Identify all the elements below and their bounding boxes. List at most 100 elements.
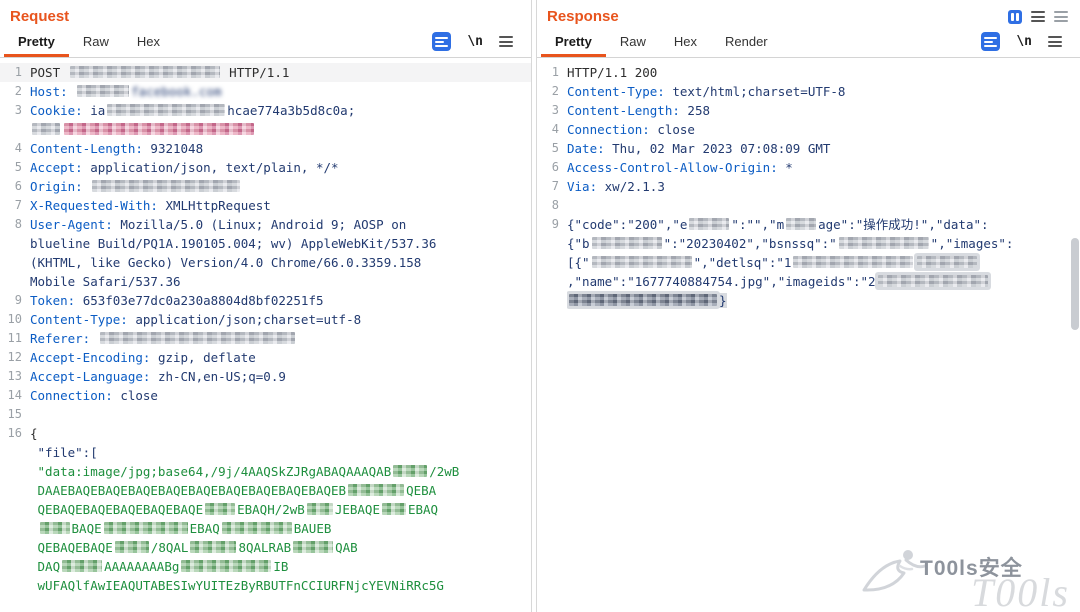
- window-menu-icon[interactable]: [1054, 11, 1068, 22]
- code-text: *: [785, 160, 793, 175]
- pretty-print-icon[interactable]: [432, 32, 452, 51]
- code-line: 5 Accept: application/json, text/plain, *…: [0, 158, 531, 177]
- code-text: Content-Length:: [30, 141, 151, 156]
- code-text: age":"操作成功!","data":: [818, 217, 989, 232]
- code-text: AAAAAAAABg: [104, 559, 180, 574]
- code-text: JEBAQE: [334, 502, 380, 517]
- code-line: "data:image/jpg;base64,/9j/4AAQSkZJRgABA…: [0, 462, 531, 481]
- editor-menu-icon[interactable]: [499, 36, 513, 47]
- dock-right-icon[interactable]: [1008, 9, 1022, 24]
- code-text: QAB: [335, 540, 358, 555]
- code-line: 14 Connection: close: [0, 386, 531, 405]
- line-number: [537, 291, 567, 310]
- code-text: 653f03e77dc0a230a8804d8bf02251f5: [82, 293, 324, 308]
- tab-pretty[interactable]: Pretty: [4, 28, 69, 57]
- redaction-block: [917, 256, 978, 268]
- line-number: [0, 462, 30, 481]
- code-text: Accept-Encoding:: [30, 350, 158, 365]
- code-line: 1 POST HTTP/1.1: [0, 63, 531, 82]
- editor-menu-icon[interactable]: [1048, 36, 1062, 47]
- redaction-block: [190, 541, 237, 553]
- tab-hex[interactable]: Hex: [660, 28, 711, 57]
- line-number: 7: [14, 198, 22, 212]
- line-number: 10: [7, 312, 22, 326]
- code-text: DAAEBAQEBAQEBAQEBAQEBAQEBAQEBAQEBAQEBAQE…: [30, 483, 347, 498]
- code-text: Access-Control-Allow-Origin:: [567, 160, 786, 175]
- code-line: QEBAQEBAQE/8QAL 8QALRAB QAB: [0, 538, 531, 557]
- code-text: EBAQ: [407, 502, 439, 517]
- code-text: 258: [687, 103, 710, 118]
- line-number: 6: [551, 160, 559, 174]
- code-line: DAQ AAAAAAAABg IB: [0, 557, 531, 576]
- tab-raw[interactable]: Raw: [606, 28, 660, 57]
- code-line: 4 Content-Length: 9321048: [0, 139, 531, 158]
- redaction-block: [689, 218, 730, 230]
- code-text: Date:: [567, 141, 613, 156]
- line-number: 8: [14, 217, 22, 231]
- redaction-block: [205, 503, 236, 515]
- newline-icon[interactable]: \n: [467, 34, 483, 49]
- code-line: wUFAQlfAwIEAQUTABESIwYUITEzByRBUTFnCCIUR…: [0, 576, 531, 595]
- line-number: 7: [551, 179, 559, 193]
- code-line: "file":[: [0, 443, 531, 462]
- redaction-block: [569, 294, 717, 306]
- line-number: 5: [14, 160, 22, 174]
- tab-render[interactable]: Render: [711, 28, 782, 57]
- code-text: (KHTML, like Gecko) Version/4.0 Chrome/6…: [30, 255, 422, 270]
- code-text: HTTP/1.1: [221, 65, 290, 80]
- code-line: 9 {"code":"200","e ":"","m age":"操作成功!","da…: [537, 215, 1080, 234]
- code-text: "data:image/jpg;base64,/9j/4AAQSkZJRgABA…: [30, 464, 392, 479]
- tab-raw[interactable]: Raw: [69, 28, 123, 57]
- code-text: application/json, text/plain, */*: [90, 160, 339, 175]
- code-text: wUFAQlfAwIEAQUTABESIwYUITEzByRBUTFnCCIUR…: [30, 578, 444, 593]
- code-line: 7 X-Requested-With: XMLHttpRequest: [0, 196, 531, 215]
- code-text: "file":[: [30, 445, 98, 460]
- line-number: [0, 538, 30, 557]
- line-number: [0, 120, 30, 139]
- code-text: IB: [273, 559, 289, 574]
- newline-icon[interactable]: \n: [1016, 34, 1032, 49]
- code-text: QEBA: [406, 483, 437, 498]
- line-number: 1: [551, 65, 559, 79]
- code-text: Connection:: [30, 388, 121, 403]
- line-number: [0, 253, 30, 272]
- redaction-block: [114, 541, 149, 553]
- code-text: QEBAQEBAQEBAQEBAQEBAQE: [30, 502, 204, 517]
- code-line: BAQE EBAQ BAUEB: [0, 519, 531, 538]
- code-text: {"code":"200","e: [567, 217, 688, 232]
- code-line: 8 User-Agent: Mozilla/5.0 (Linux; Android…: [0, 215, 531, 234]
- panel-menu-icon[interactable]: [1031, 11, 1045, 22]
- response-editor[interactable]: 1 HTTP/1.1 200 2 Content-Type: text/html;ch…: [537, 58, 1080, 310]
- scrollbar-thumb[interactable]: [1071, 238, 1079, 330]
- code-text: Content-Type:: [30, 312, 136, 327]
- code-line: 2 Content-Type: text/html;charset=UTF-8: [537, 82, 1080, 101]
- code-text: [{": [567, 255, 590, 270]
- code-text: ","images":: [930, 236, 1014, 251]
- request-editor[interactable]: 1 POST HTTP/1.1 2 Host: facebook.com 3 Cookie…: [0, 58, 531, 595]
- response-panel: Response Pretty Raw Hex Render \n 1 HTTP/1.1…: [536, 0, 1080, 612]
- code-text: gzip, deflate: [157, 350, 256, 365]
- code-text: Accept-Language:: [30, 369, 158, 384]
- line-number: [0, 443, 30, 462]
- code-text: /2wB: [429, 464, 460, 479]
- code-line: 6 Access-Control-Allow-Origin: *: [537, 158, 1080, 177]
- line-number: 1: [14, 65, 22, 79]
- tab-pretty[interactable]: Pretty: [541, 28, 606, 57]
- redaction-block: [69, 66, 220, 78]
- code-text: application/json;charset=utf-8: [135, 312, 362, 327]
- redaction-block: [181, 560, 272, 572]
- tab-hex[interactable]: Hex: [123, 28, 174, 57]
- code-text: /8QAL: [150, 540, 189, 555]
- code-line: 6 Origin:: [0, 177, 531, 196]
- response-tabbar: Pretty Raw Hex Render \n: [537, 28, 1080, 58]
- line-number: [0, 519, 30, 538]
- response-title: Response: [547, 8, 619, 25]
- line-number: 4: [14, 141, 22, 155]
- redaction-block: [381, 503, 406, 515]
- pretty-print-icon[interactable]: [981, 32, 1001, 51]
- window-controls: [1008, 9, 1068, 24]
- code-line: 13 Accept-Language: zh-CN,en-US;q=0.9: [0, 367, 531, 386]
- code-text: text/html;charset=UTF-8: [672, 84, 846, 99]
- code-text: {"b: [567, 236, 590, 251]
- code-text: }: [719, 293, 727, 308]
